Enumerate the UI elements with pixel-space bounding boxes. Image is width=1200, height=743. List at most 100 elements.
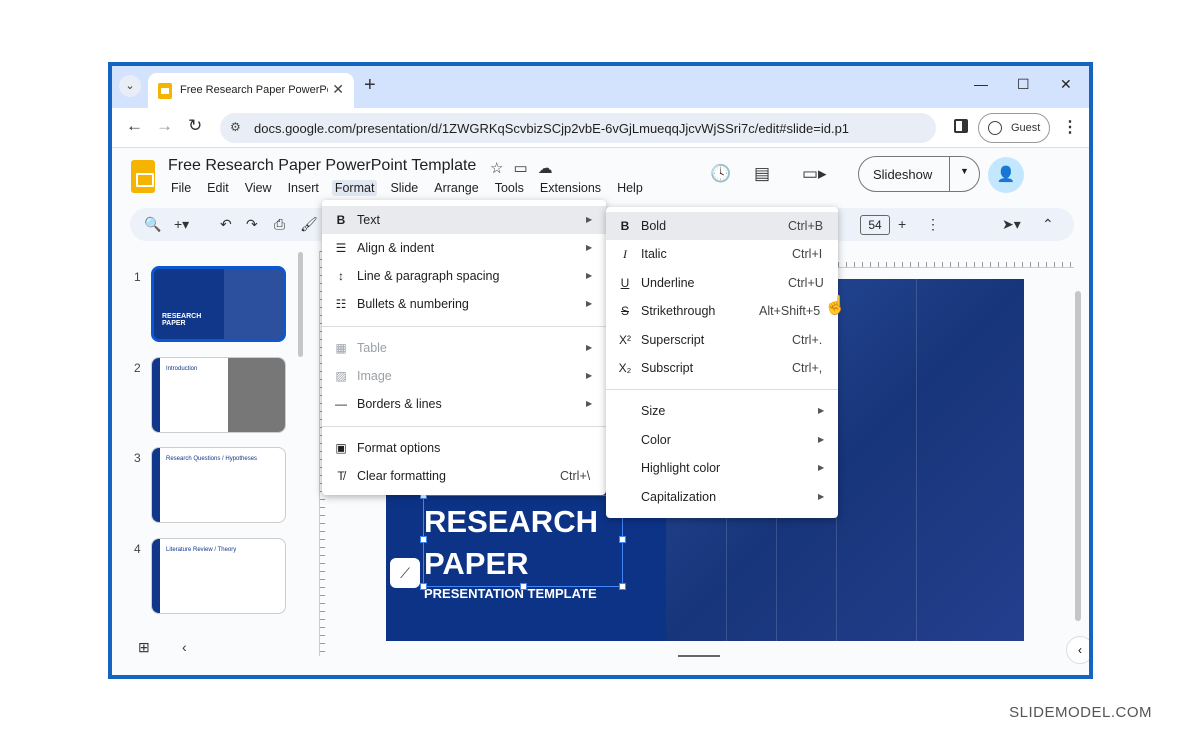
- close-tab-icon[interactable]: ✕: [332, 81, 344, 98]
- reload-icon[interactable]: ↻: [188, 116, 202, 136]
- share-add-person-icon[interactable]: 👤: [988, 157, 1024, 193]
- browser-menu-icon[interactable]: ⋮: [1062, 117, 1078, 137]
- quick-format-icon[interactable]: ⟋: [390, 558, 420, 588]
- highlight-color-item[interactable]: Highlight color ▶: [606, 454, 838, 482]
- resize-handle[interactable]: [619, 583, 626, 590]
- select-tool-icon[interactable]: ➤▾: [1002, 216, 1021, 233]
- hand-cursor-icon: ☝: [824, 295, 847, 315]
- maximize-icon[interactable]: ☐: [1017, 76, 1030, 93]
- document-title[interactable]: Free Research Paper PowerPoint Template: [168, 157, 476, 175]
- cloud-status-icon[interactable]: ☁: [538, 160, 563, 177]
- side-panel-collapse-icon[interactable]: ‹: [1066, 636, 1089, 664]
- menu-tools[interactable]: Tools: [492, 180, 527, 196]
- side-panel-icon[interactable]: [954, 119, 968, 133]
- close-window-icon[interactable]: ✕: [1060, 76, 1072, 93]
- slideshow-button[interactable]: Slideshow ▼: [858, 156, 980, 192]
- collapse-filmstrip-icon[interactable]: ‹: [182, 639, 187, 655]
- underline-item[interactable]: U Underline Ctrl+U: [606, 269, 838, 297]
- menu-file[interactable]: File: [168, 180, 194, 196]
- menu-label: Clear formatting: [357, 469, 446, 483]
- new-slide-icon[interactable]: +▾: [174, 216, 189, 233]
- slide-thumbnail-3[interactable]: Research Questions / Hypotheses: [151, 447, 286, 523]
- grid-view-icon[interactable]: ⊞: [138, 639, 150, 656]
- superscript-item[interactable]: X² Superscript Ctrl+.: [606, 326, 838, 354]
- site-info-icon[interactable]: ⚙: [230, 120, 241, 134]
- resize-handle[interactable]: [619, 536, 626, 543]
- resize-handle[interactable]: [520, 583, 527, 590]
- format-table-item[interactable]: ▦ Table ▶: [322, 334, 606, 362]
- color-item[interactable]: Color ▶: [606, 426, 838, 454]
- menu-help[interactable]: Help: [614, 180, 646, 196]
- menu-label: Bold: [641, 219, 667, 233]
- format-spacing-item[interactable]: ↕ Line & paragraph spacing ▶: [322, 262, 606, 290]
- slide-subtitle[interactable]: PRESENTATION TEMPLATE: [424, 586, 597, 601]
- menu-edit[interactable]: Edit: [204, 180, 232, 196]
- strikethrough-item[interactable]: S Strikethrough Alt+Shift+5: [606, 297, 838, 325]
- menu-shortcut: Ctrl+.: [792, 333, 823, 347]
- clear-formatting-item[interactable]: T̸ Clear formatting Ctrl+\: [322, 462, 606, 490]
- submenu-arrow-icon: ▶: [818, 435, 825, 444]
- thumb-title: RESEARCH PAPER: [162, 313, 202, 327]
- new-tab-icon[interactable]: +: [364, 75, 376, 95]
- watermark-text: SLIDEMODEL.COM: [1009, 704, 1152, 721]
- tab-search-icon[interactable]: ⌄: [119, 75, 141, 97]
- format-text-item[interactable]: B Text ▶: [322, 206, 606, 234]
- format-align-item[interactable]: ☰ Align & indent ▶: [322, 234, 606, 262]
- font-size-field[interactable]: 54: [860, 215, 890, 235]
- forward-icon[interactable]: →: [156, 116, 173, 136]
- minimize-icon[interactable]: —: [974, 76, 988, 92]
- subscript-item[interactable]: X₂ Subscript Ctrl+,: [606, 354, 838, 382]
- menu-bar: File Edit View Insert Format Slide Arrange Tool…: [168, 180, 656, 200]
- menu-insert[interactable]: Insert: [285, 180, 322, 196]
- canvas-scrollbar[interactable]: [1075, 291, 1081, 621]
- comments-icon[interactable]: ▤: [754, 164, 770, 184]
- menu-extensions[interactable]: Extensions: [537, 180, 604, 196]
- slideshow-dropdown-icon[interactable]: ▼: [960, 166, 969, 176]
- slide-thumbnail-1[interactable]: RESEARCH PAPER: [151, 266, 286, 342]
- format-bullets-item[interactable]: ☷ Bullets & numbering ▶: [322, 290, 606, 318]
- increase-font-icon[interactable]: +: [898, 216, 906, 232]
- paint-format-icon[interactable]: 🖌: [300, 216, 318, 233]
- menu-view[interactable]: View: [242, 180, 275, 196]
- menu-slide[interactable]: Slide: [387, 180, 421, 196]
- bold-item[interactable]: B Bold Ctrl+B: [606, 212, 838, 240]
- search-menus-icon[interactable]: 🔍: [144, 216, 161, 233]
- menu-label: Format options: [357, 441, 441, 455]
- profile-label: Guest: [1011, 122, 1041, 134]
- meet-video-icon[interactable]: ▭▸: [802, 164, 827, 184]
- move-folder-icon[interactable]: ▭: [513, 160, 537, 177]
- menu-format[interactable]: Format: [331, 180, 378, 196]
- italic-item[interactable]: I Italic Ctrl+I: [606, 240, 838, 268]
- address-bar[interactable]: ⚙ docs.google.com/presentation/d/1ZWGRKq…: [220, 113, 936, 143]
- menu-arrange[interactable]: Arrange: [431, 180, 481, 196]
- collapse-toolbar-icon[interactable]: ⌃: [1042, 216, 1054, 233]
- format-image-item[interactable]: ▨ Image ▶: [322, 362, 606, 390]
- undo-icon[interactable]: ↶: [220, 216, 232, 233]
- version-history-icon[interactable]: 🕓: [710, 164, 731, 184]
- format-borders-item[interactable]: — Borders & lines ▶: [322, 390, 606, 418]
- resize-handle[interactable]: [420, 536, 427, 543]
- capitalization-item[interactable]: Capitalization ▶: [606, 483, 838, 511]
- table-icon: ▦: [335, 341, 347, 355]
- speaker-notes-handle[interactable]: [678, 655, 720, 657]
- back-icon[interactable]: ←: [126, 116, 143, 136]
- size-item[interactable]: Size ▶: [606, 397, 838, 425]
- slide-thumbnail-4[interactable]: Literature Review / Theory: [151, 538, 286, 614]
- slide-number: 1: [134, 270, 141, 284]
- profile-button[interactable]: Guest: [978, 113, 1050, 143]
- thumb-bar: [152, 448, 160, 522]
- print-icon[interactable]: ⎙: [274, 216, 285, 233]
- image-icon: ▨: [335, 369, 347, 383]
- text-selection-box[interactable]: [420, 492, 626, 590]
- text-submenu: B Bold Ctrl+B I Italic Ctrl+I U Underlin…: [606, 207, 838, 518]
- format-options-item[interactable]: ▣ Format options: [322, 434, 606, 462]
- browser-tab[interactable]: Free Research Paper PowerPoint Template …: [148, 73, 354, 108]
- bullets-icon: ☷: [335, 297, 347, 311]
- redo-icon[interactable]: ↷: [246, 216, 258, 233]
- filmstrip-scrollbar[interactable]: [298, 252, 303, 357]
- star-icon[interactable]: ☆: [490, 160, 513, 177]
- slide-thumbnail-2[interactable]: Introduction: [151, 357, 286, 433]
- more-options-icon[interactable]: ⋮: [926, 216, 940, 233]
- slides-logo-icon[interactable]: [131, 160, 155, 193]
- resize-handle[interactable]: [420, 583, 427, 590]
